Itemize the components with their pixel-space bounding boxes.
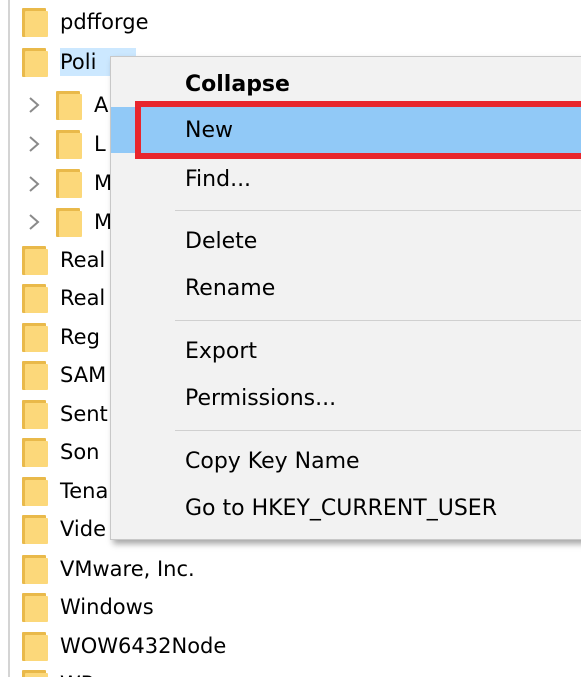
menu-item-copy-key-name[interactable]: Copy Key Name <box>111 438 581 484</box>
folder-icon <box>22 476 48 506</box>
folder-icon <box>22 554 48 584</box>
tree-item-child-m2[interactable]: M <box>56 203 118 241</box>
folder-icon <box>22 514 48 544</box>
folder-icon <box>22 360 48 390</box>
tree-item-label: Reg <box>60 325 100 349</box>
tree-item-real-1[interactable]: Real <box>22 241 111 279</box>
folder-icon <box>22 669 48 677</box>
folder-icon <box>56 90 82 120</box>
tree-item-sent[interactable]: Sent <box>22 395 114 433</box>
tree-item-son[interactable]: Son <box>22 433 106 471</box>
tree-item-label: Sent <box>60 402 108 426</box>
menu-item-goto-hkcu[interactable]: Go to HKEY_CURRENT_USER <box>111 485 581 531</box>
tree-item-windows[interactable]: Windows <box>22 588 160 626</box>
tree-item-vmware[interactable]: VMware, Inc. <box>22 550 201 588</box>
tree-item-label: Son <box>60 440 100 464</box>
folder-icon <box>22 245 48 275</box>
menu-item-find[interactable]: Find... <box>111 156 581 202</box>
folder-icon <box>22 437 48 467</box>
tree-item-label: Real <box>60 286 106 310</box>
folder-icon <box>56 168 82 198</box>
folder-icon <box>22 7 48 37</box>
tree-item-label: Vide <box>60 517 106 541</box>
menu-item-permissions[interactable]: Permissions... <box>111 375 581 421</box>
menu-separator <box>175 430 581 431</box>
tree-item-reg[interactable]: Reg <box>22 318 106 356</box>
tree-item-label: Tena <box>60 479 109 503</box>
menu-item-export[interactable]: Export <box>111 328 581 374</box>
folder-icon <box>22 283 48 313</box>
tree-item-sam[interactable]: SAM <box>22 356 112 394</box>
tree-item-child-a[interactable]: A <box>56 86 114 124</box>
folder-icon <box>22 399 48 429</box>
tree-item-label: pdfforge <box>60 10 149 34</box>
tree-item-child-l[interactable]: L <box>56 125 112 163</box>
menu-separator <box>175 210 581 211</box>
registry-editor-screenshot: pdfforge Poli A L M M Real Real Reg SAM … <box>0 0 581 677</box>
tree-item-child-m1[interactable]: M <box>56 164 118 202</box>
folder-icon <box>22 631 48 661</box>
tree-item-label: Windows <box>60 595 154 619</box>
tree-item-label: Real <box>60 248 106 272</box>
menu-item-delete[interactable]: Delete <box>111 218 581 264</box>
chevron-right-icon[interactable] <box>27 174 41 194</box>
folder-icon <box>56 207 82 237</box>
folder-icon <box>56 129 82 159</box>
chevron-right-icon[interactable] <box>27 212 41 232</box>
tree-item-label: WOW6432Node <box>60 634 227 658</box>
tree-item-wow6432node[interactable]: WOW6432Node <box>22 627 232 665</box>
tree-item-tena[interactable]: Tena <box>22 472 114 510</box>
tree-item-real-2[interactable]: Real <box>22 279 111 317</box>
folder-icon <box>22 592 48 622</box>
tree-item-label: SAM <box>60 363 107 387</box>
chevron-right-icon[interactable] <box>27 134 41 154</box>
tree-item-label: WP <box>60 670 99 677</box>
chevron-right-icon[interactable] <box>27 95 41 115</box>
tree-item-label: VMware, Inc. <box>60 557 195 581</box>
menu-separator <box>175 320 581 321</box>
folder-icon <box>22 322 48 352</box>
tree-item-vide[interactable]: Vide <box>22 510 112 548</box>
folder-icon <box>22 47 48 77</box>
tree-item-pdfforge[interactable]: pdfforge <box>22 3 155 41</box>
annotation-highlight-box <box>135 101 581 159</box>
tree-item-wp[interactable]: WP <box>22 665 99 677</box>
menu-item-rename[interactable]: Rename <box>111 265 581 311</box>
